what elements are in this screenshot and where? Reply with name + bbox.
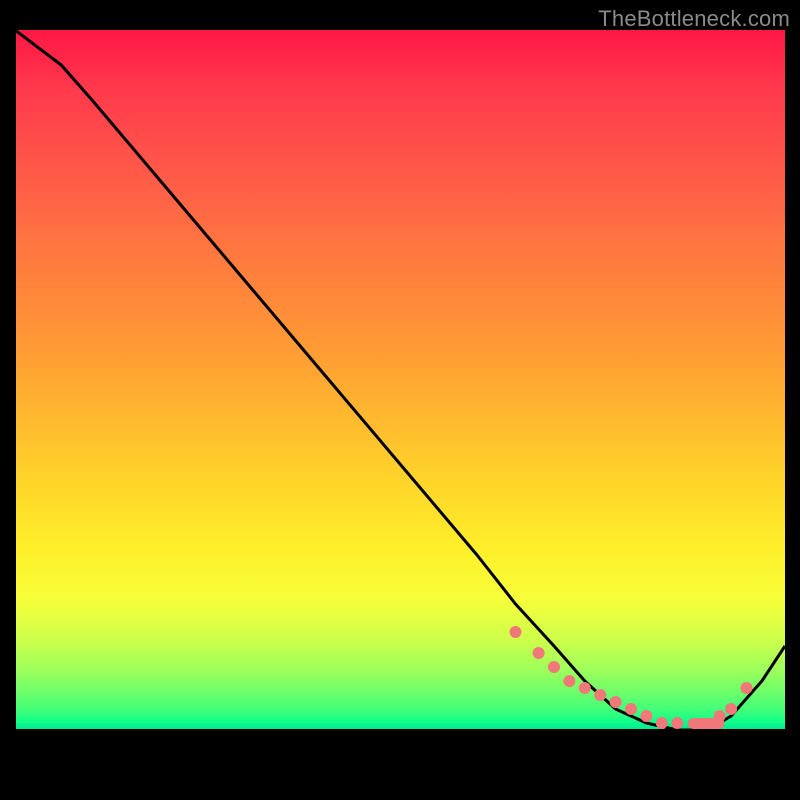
cluster-dot <box>741 682 753 694</box>
cluster-dot <box>548 661 560 673</box>
cluster-dot <box>610 696 622 708</box>
chart-svg <box>15 30 785 790</box>
cluster-dot <box>579 682 591 694</box>
cluster-dot <box>656 717 668 729</box>
cluster-dot <box>594 689 606 701</box>
optimal-cluster-dots <box>510 626 753 729</box>
cluster-dot <box>533 647 545 659</box>
plot-area <box>15 30 785 790</box>
cluster-dot <box>714 710 726 722</box>
cluster-dot <box>510 626 522 638</box>
bottleneck-curve-line <box>15 30 785 730</box>
cluster-dot <box>671 717 683 729</box>
cluster-dot <box>725 703 737 715</box>
cluster-dot <box>563 675 575 687</box>
cluster-dot <box>625 703 637 715</box>
chart-stage: TheBottleneck.com <box>0 0 800 800</box>
cluster-dot <box>640 710 652 722</box>
watermark-text: TheBottleneck.com <box>598 6 790 32</box>
